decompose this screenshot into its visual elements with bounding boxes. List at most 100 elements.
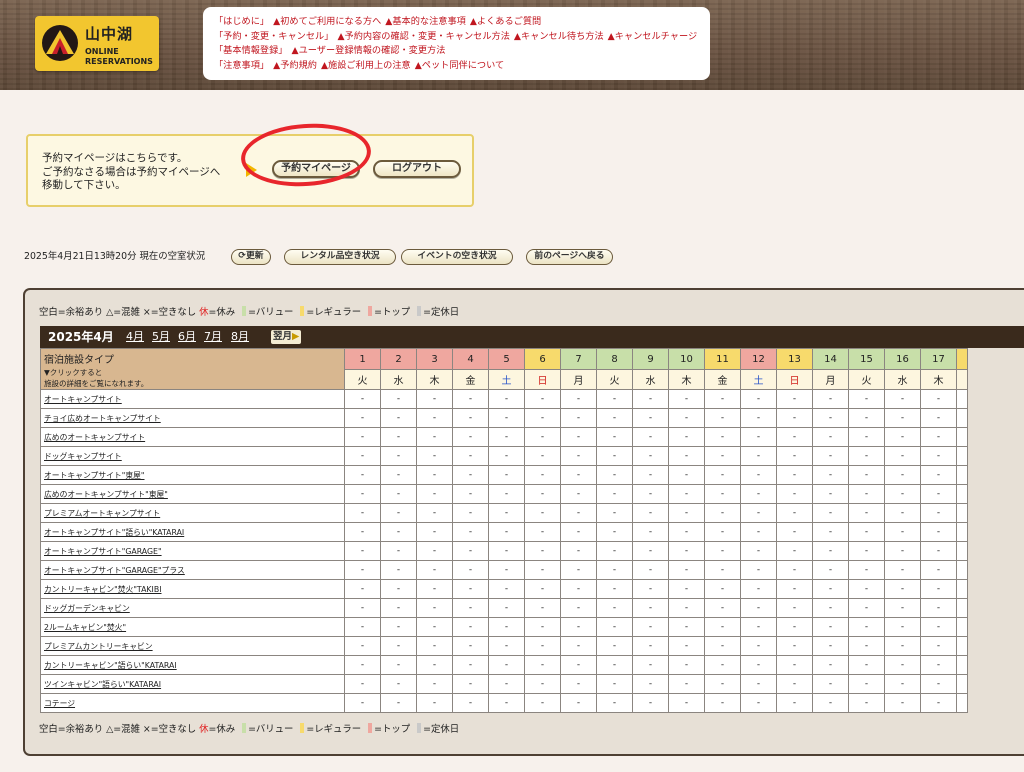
availability-cell[interactable]: -	[452, 522, 489, 542]
availability-cell[interactable]: -	[452, 427, 489, 447]
availability-cell[interactable]: -	[740, 655, 777, 675]
availability-cell[interactable]: -	[488, 579, 525, 599]
availability-cell[interactable]: -	[344, 408, 381, 428]
availability-cell[interactable]: -	[452, 636, 489, 656]
availability-cell[interactable]: -	[704, 541, 741, 561]
availability-cell[interactable]: -	[848, 693, 885, 713]
availability-cell[interactable]: -	[524, 617, 561, 637]
availability-cell[interactable]: -	[596, 636, 633, 656]
availability-cell[interactable]: -	[884, 655, 921, 675]
facility-link[interactable]: オートキャンプサイト"語らい"KATARAI	[44, 528, 184, 537]
availability-cell[interactable]: -	[344, 598, 381, 618]
availability-cell[interactable]: -	[488, 484, 525, 504]
availability-cell[interactable]: -	[596, 465, 633, 485]
availability-cell[interactable]: -	[560, 408, 597, 428]
availability-cell[interactable]: -	[884, 389, 921, 409]
availability-cell[interactable]: -	[668, 693, 705, 713]
availability-cell[interactable]: -	[416, 465, 453, 485]
availability-cell[interactable]: -	[380, 484, 417, 504]
availability-cell[interactable]: -	[740, 484, 777, 504]
availability-cell[interactable]: -	[380, 560, 417, 580]
month-link-6[interactable]: 6月	[178, 326, 196, 348]
facility-link[interactable]: ドッグガーデンキャビン	[44, 604, 130, 613]
availability-cell[interactable]: -	[812, 579, 849, 599]
availability-cell[interactable]: -	[416, 541, 453, 561]
availability-cell[interactable]: -	[416, 560, 453, 580]
facility-link[interactable]: 広めのオートキャンプサイト"東屋"	[44, 490, 168, 499]
availability-cell[interactable]: -	[848, 655, 885, 675]
availability-cell[interactable]: -	[776, 655, 813, 675]
availability-cell[interactable]: -	[632, 560, 669, 580]
availability-cell[interactable]: -	[704, 465, 741, 485]
availability-cell[interactable]: -	[704, 693, 741, 713]
availability-cell[interactable]: -	[596, 427, 633, 447]
availability-cell[interactable]: -	[884, 408, 921, 428]
availability-cell[interactable]: -	[344, 636, 381, 656]
availability-cell[interactable]: -	[596, 560, 633, 580]
facility-link[interactable]: 2ルームキャビン"焚火"	[44, 623, 126, 632]
help-nav-link[interactable]: ▲ユーザー登録情報の確認・変更方法	[292, 45, 446, 56]
availability-cell[interactable]: -	[560, 655, 597, 675]
availability-cell[interactable]: -	[488, 674, 525, 694]
availability-cell[interactable]: -	[812, 693, 849, 713]
availability-cell[interactable]: -	[920, 636, 957, 656]
availability-cell[interactable]: -	[668, 389, 705, 409]
availability-cell[interactable]: -	[668, 465, 705, 485]
availability-cell[interactable]: -	[488, 465, 525, 485]
availability-cell[interactable]: -	[920, 541, 957, 561]
availability-cell[interactable]: -	[416, 389, 453, 409]
availability-cell[interactable]: -	[740, 636, 777, 656]
availability-cell[interactable]: -	[920, 427, 957, 447]
availability-cell[interactable]: -	[704, 674, 741, 694]
availability-cell[interactable]: -	[380, 465, 417, 485]
availability-cell[interactable]: -	[740, 617, 777, 637]
availability-cell[interactable]: -	[776, 541, 813, 561]
availability-cell[interactable]: -	[344, 465, 381, 485]
availability-cell[interactable]: -	[668, 522, 705, 542]
availability-cell[interactable]: -	[488, 408, 525, 428]
back-button[interactable]: 前のページへ戻る	[526, 249, 613, 265]
availability-cell[interactable]: -	[668, 446, 705, 466]
help-nav-link[interactable]: ▲基本的な注意事項	[385, 16, 466, 27]
site-logo[interactable]: 山中湖 ONLINE RESERVATIONS	[35, 16, 159, 71]
facility-link[interactable]: オートキャンプサイト"東屋"	[44, 471, 145, 480]
availability-cell[interactable]: -	[452, 655, 489, 675]
availability-cell[interactable]: -	[560, 617, 597, 637]
availability-cell[interactable]: -	[560, 427, 597, 447]
availability-cell[interactable]: -	[668, 484, 705, 504]
availability-cell[interactable]: -	[812, 541, 849, 561]
availability-cell[interactable]: -	[632, 484, 669, 504]
facility-link[interactable]: コテージ	[44, 699, 75, 708]
help-nav-link[interactable]: ▲予約規約	[273, 60, 317, 71]
availability-cell[interactable]: -	[812, 408, 849, 428]
availability-cell[interactable]: -	[776, 408, 813, 428]
availability-cell[interactable]: -	[596, 484, 633, 504]
availability-cell[interactable]: -	[524, 655, 561, 675]
availability-cell[interactable]: -	[380, 389, 417, 409]
availability-cell[interactable]: -	[416, 484, 453, 504]
availability-cell[interactable]: -	[920, 655, 957, 675]
availability-cell[interactable]: -	[740, 389, 777, 409]
availability-cell[interactable]: -	[920, 693, 957, 713]
availability-cell[interactable]: -	[668, 408, 705, 428]
availability-cell[interactable]: -	[920, 522, 957, 542]
availability-cell[interactable]: -	[740, 598, 777, 618]
help-nav-link[interactable]: ▲よくあるご質問	[470, 16, 541, 27]
availability-cell[interactable]: -	[632, 427, 669, 447]
availability-cell[interactable]: -	[776, 446, 813, 466]
availability-cell[interactable]: -	[704, 503, 741, 523]
facility-link[interactable]: オートキャンプサイト"GARAGE"プラス	[44, 566, 185, 575]
availability-cell[interactable]: -	[884, 693, 921, 713]
availability-cell[interactable]: -	[416, 522, 453, 542]
availability-cell[interactable]: -	[704, 636, 741, 656]
availability-cell[interactable]: -	[848, 389, 885, 409]
facility-link[interactable]: ドッグキャンプサイト	[44, 452, 122, 461]
availability-cell[interactable]: -	[776, 693, 813, 713]
availability-cell[interactable]: -	[452, 446, 489, 466]
availability-cell[interactable]: -	[704, 408, 741, 428]
availability-cell[interactable]: -	[380, 655, 417, 675]
availability-cell[interactable]: -	[776, 522, 813, 542]
availability-cell[interactable]: -	[452, 579, 489, 599]
availability-cell[interactable]: -	[344, 560, 381, 580]
availability-cell[interactable]: -	[632, 446, 669, 466]
